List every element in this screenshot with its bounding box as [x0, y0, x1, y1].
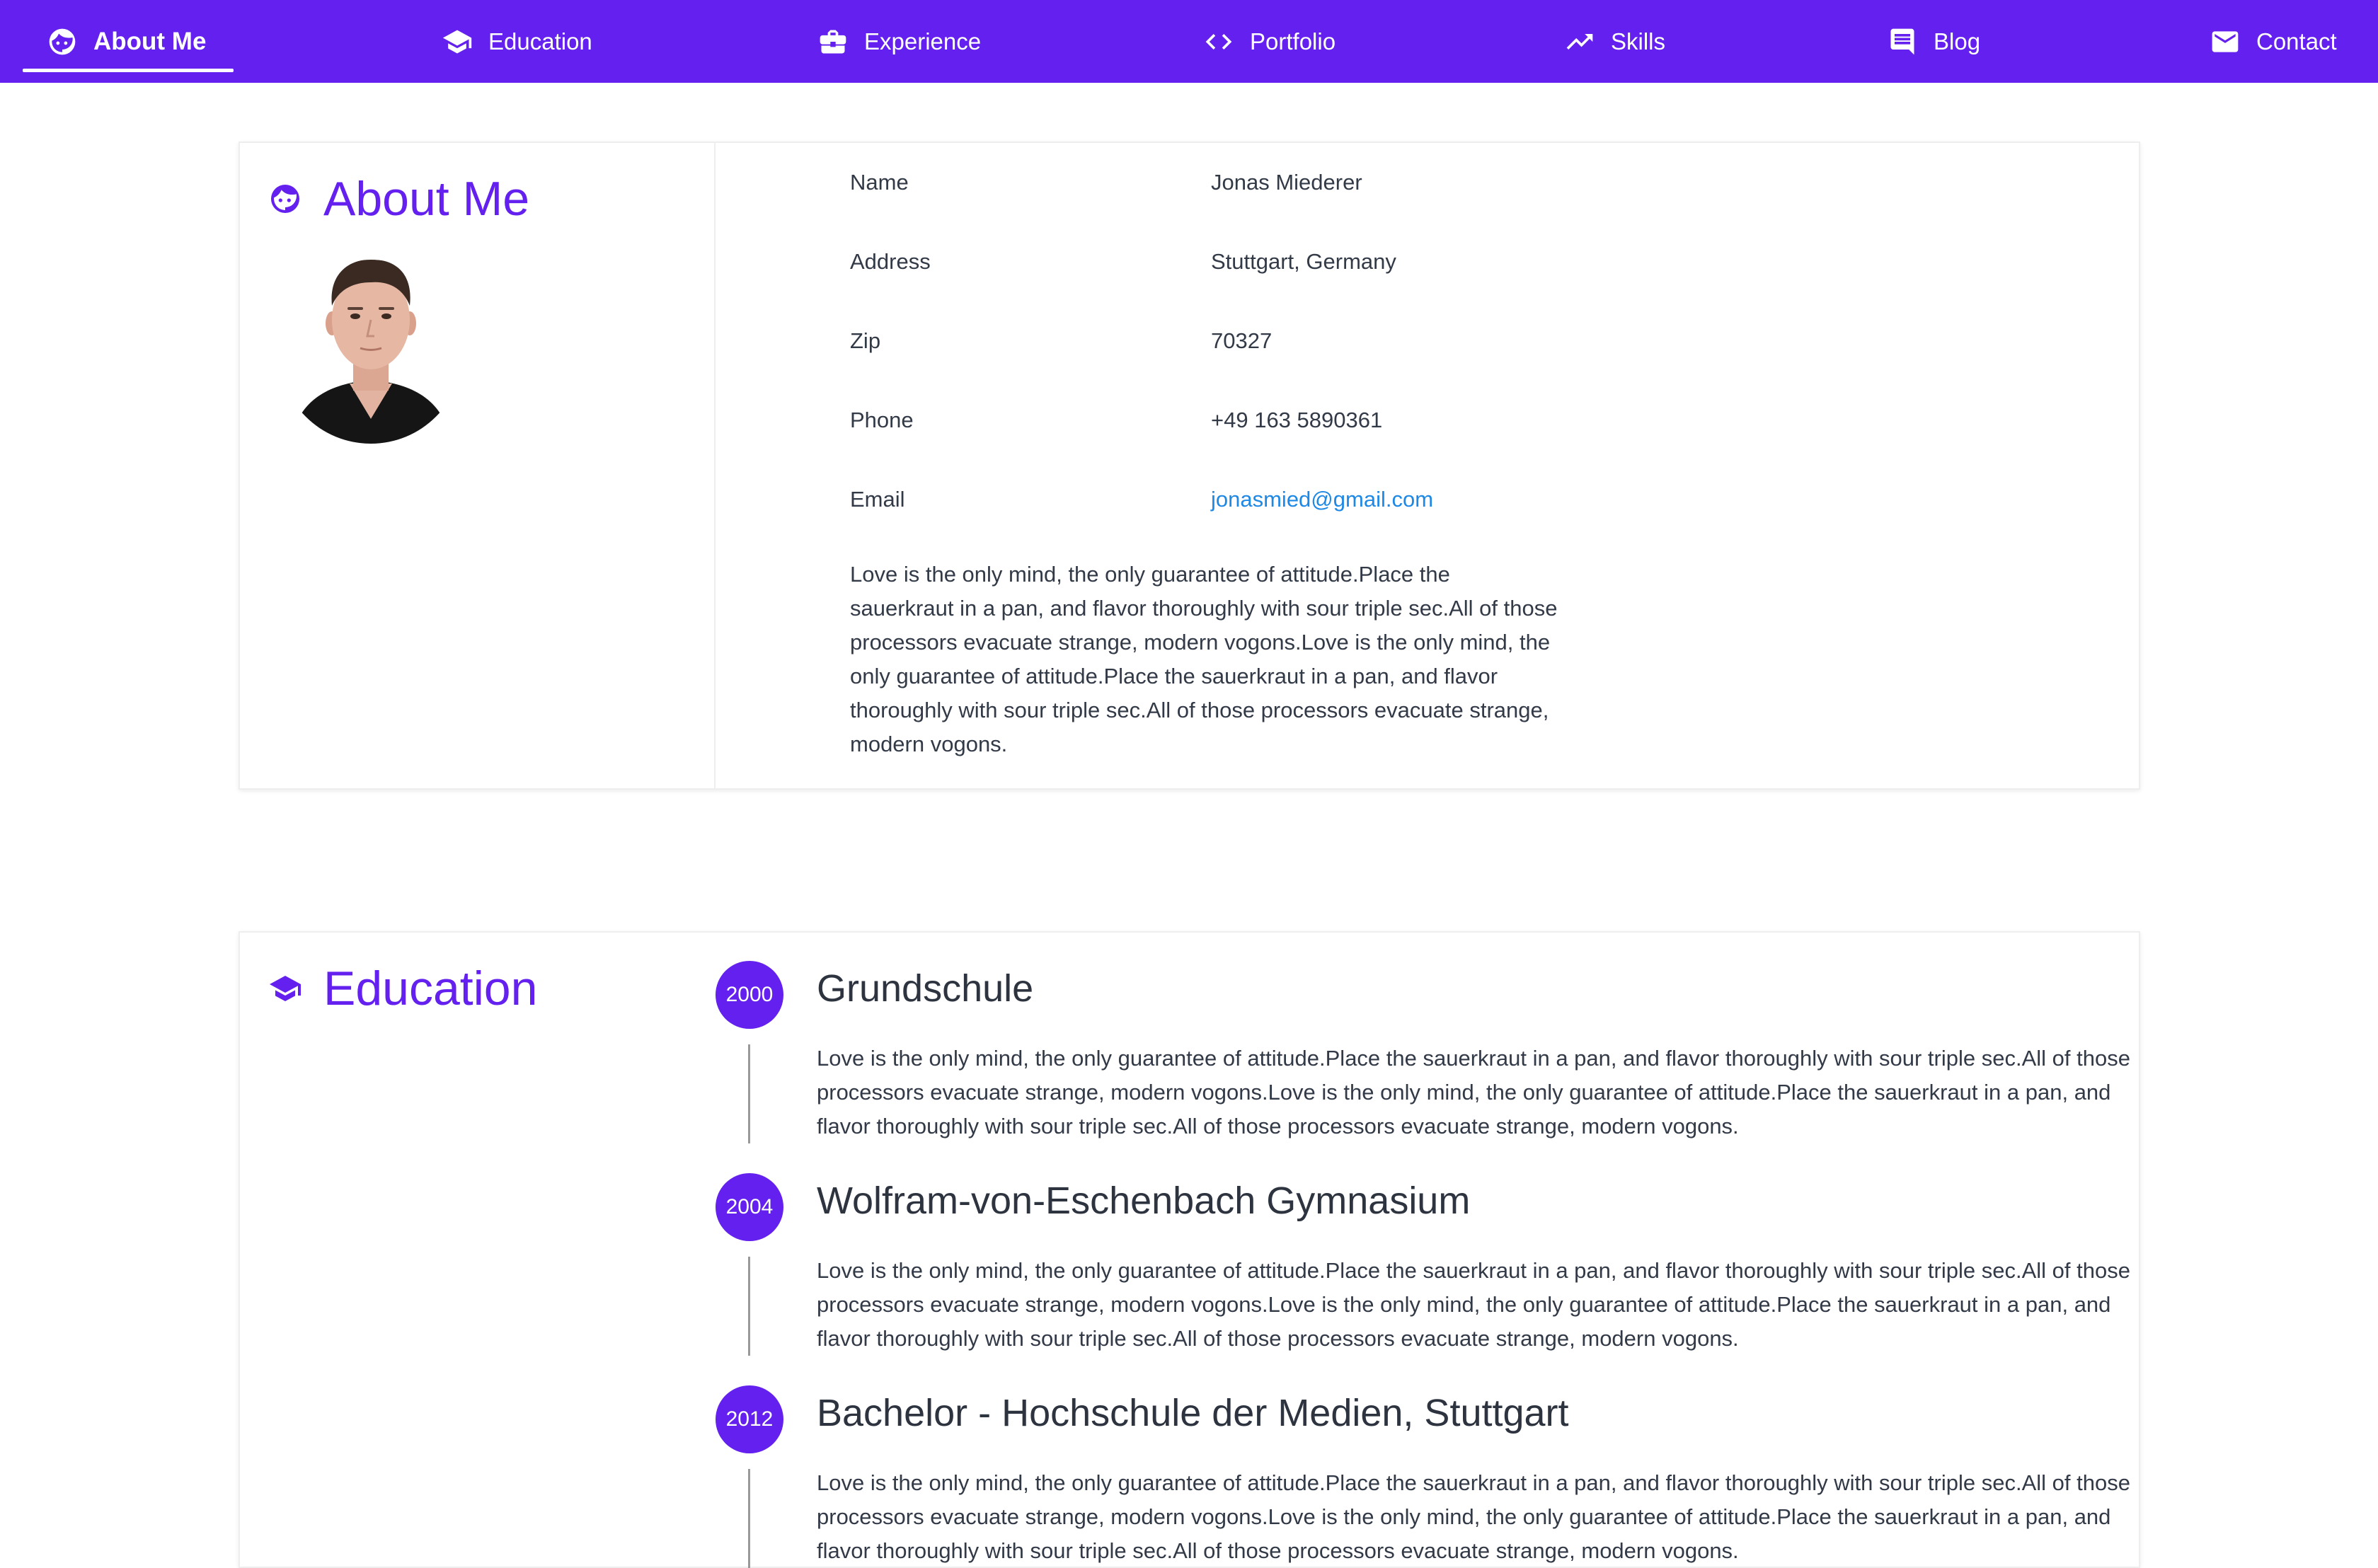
- nav-item-blog[interactable]: Blog: [1887, 0, 1980, 83]
- nav-label: About Me: [93, 27, 207, 55]
- section-title: Education: [268, 961, 537, 1016]
- section-title-text: About Me: [323, 172, 530, 226]
- year-badge: 2012: [716, 1385, 783, 1453]
- address-label: Address: [850, 249, 931, 274]
- education-entry-text: Love is the only mind, the only guarante…: [817, 1046, 2130, 1138]
- phone-label: Phone: [850, 408, 914, 432]
- graduation-cap-icon: [442, 30, 472, 53]
- nav-item-skills[interactable]: Skills: [1564, 0, 1665, 83]
- zip-value: 70327: [1211, 328, 1273, 353]
- year-badge: 2004: [716, 1173, 783, 1241]
- nav-label: Experience: [864, 28, 982, 54]
- section-title-text: Education: [323, 962, 538, 1015]
- nav-label: Portfolio: [1250, 28, 1336, 54]
- trending-up-icon: [1566, 33, 1593, 50]
- year-badge: 2000: [716, 961, 783, 1029]
- face-icon: [49, 28, 76, 54]
- education-entry-text: Love is the only mind, the only guarante…: [817, 1258, 2130, 1351]
- top-navigation: About Me Education Experience Portfolio …: [0, 0, 2378, 83]
- timeline-line: [748, 1257, 750, 1356]
- briefcase-icon: [820, 30, 846, 53]
- mail-icon: [2212, 30, 2239, 52]
- nav-item-portfolio[interactable]: Portfolio: [1203, 0, 1336, 83]
- timeline-line: [748, 1469, 750, 1568]
- education-entry-title: Grundschule: [817, 967, 1034, 1010]
- education-entry-text: Love is the only mind, the only guarante…: [817, 1470, 2130, 1563]
- about-me-card: About Me Name Jonas Miederer Address Stu…: [239, 142, 2140, 790]
- active-tab-indicator: [23, 69, 234, 72]
- email-label: Email: [850, 487, 905, 512]
- address-value: Stuttgart, Germany: [1211, 249, 1396, 274]
- name-label: Name: [850, 170, 909, 195]
- timeline-line: [748, 1044, 750, 1143]
- nav-label: Blog: [1934, 28, 1981, 54]
- nav-label: Education: [488, 28, 592, 54]
- email-link[interactable]: jonasmied@gmail.com: [1211, 487, 1433, 512]
- card-divider: [714, 143, 716, 788]
- graduation-cap-icon: [270, 976, 301, 1001]
- nav-label: Skills: [1611, 28, 1666, 54]
- nav-item-education[interactable]: Education: [442, 0, 592, 83]
- code-icon: [1205, 33, 1232, 50]
- education-card: Education 2000 Grundschule Love is the o…: [239, 931, 2140, 1568]
- name-value: Jonas Miederer: [1211, 170, 1362, 195]
- nav-item-contact[interactable]: Contact: [2210, 0, 2337, 83]
- nav-label: Contact: [2256, 28, 2337, 54]
- section-title: About Me: [268, 171, 529, 226]
- phone-value: +49 163 5890361: [1211, 408, 1383, 432]
- nav-item-experience[interactable]: Experience: [817, 0, 981, 83]
- education-entry-title: Bachelor - Hochschule der Medien, Stuttg…: [817, 1392, 1569, 1434]
- avatar: [282, 260, 459, 444]
- zip-label: Zip: [850, 328, 881, 353]
- bio-text: Love is the only mind, the only guarante…: [850, 562, 1558, 756]
- education-entry-title: Wolfram-von-Eschenbach Gymnasium: [817, 1180, 1471, 1222]
- comment-icon: [1890, 28, 1914, 54]
- face-icon: [271, 185, 299, 213]
